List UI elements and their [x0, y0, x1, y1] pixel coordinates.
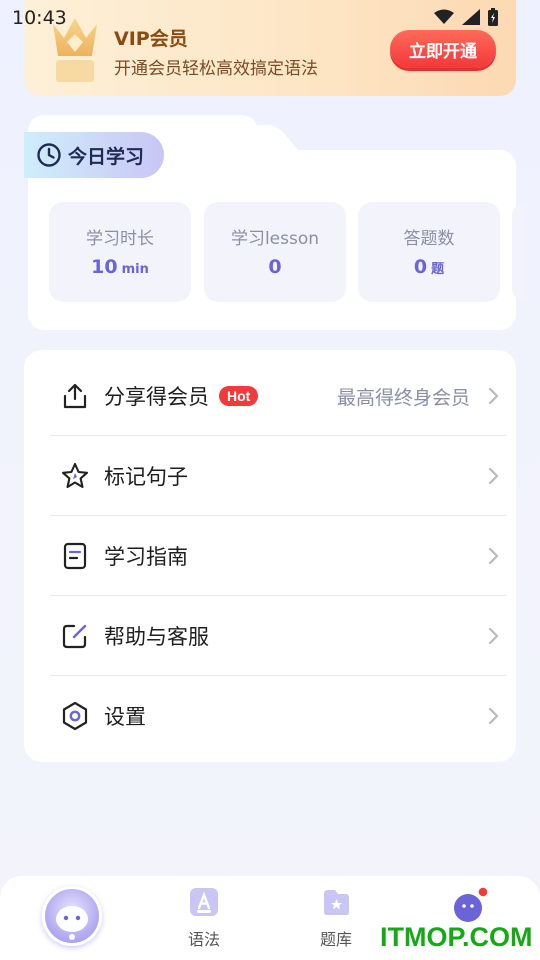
- settings-hexagon-icon: [58, 699, 92, 733]
- menu-item-help[interactable]: 帮助与客服: [50, 596, 506, 676]
- stat-value: 0: [413, 256, 428, 278]
- stat-label: 答题数: [403, 229, 455, 249]
- hot-badge: Hot: [219, 386, 259, 406]
- menu-hint: 最高得终身会员: [336, 386, 470, 409]
- chevron-right-icon: [480, 547, 506, 565]
- stat-lessons: 学习lesson 0: [204, 202, 346, 302]
- nav-item-question-bank[interactable]: 题库: [286, 886, 386, 950]
- stat-value: 10: [91, 256, 118, 278]
- menu-label: 学习指南: [104, 545, 188, 569]
- chevron-right-icon: [480, 387, 506, 405]
- menu-label: 帮助与客服: [104, 625, 209, 649]
- stat-value: 0: [268, 256, 282, 278]
- stat-unit: 题: [431, 262, 445, 277]
- star-icon: [58, 459, 92, 493]
- menu-item-marked-sentences[interactable]: 标记句子: [50, 436, 506, 516]
- stat-label: 学习时长: [86, 229, 154, 249]
- nav-label: 题库: [319, 930, 352, 949]
- nav-item-me[interactable]: [418, 886, 518, 926]
- share-icon: [58, 379, 92, 413]
- menu-item-share[interactable]: 分享得会员 Hot 最高得终身会员: [50, 356, 506, 436]
- study-title: 今日学习: [68, 145, 145, 168]
- edit-icon: [58, 619, 92, 653]
- status-bar: 10:43: [0, 0, 540, 34]
- watermark: ITMOP.COM: [380, 922, 533, 952]
- stat-label: 学习lesson: [230, 229, 320, 249]
- stat-answers: 答题数 0题: [358, 202, 500, 302]
- menu-label: 分享得会员: [104, 385, 209, 409]
- avatar[interactable]: [42, 886, 102, 946]
- menu-item-settings[interactable]: 设置: [50, 676, 506, 756]
- avatar-icon: [56, 906, 88, 940]
- stat-peek: [512, 202, 526, 302]
- study-badge: 今日学习: [24, 132, 164, 178]
- wifi-icon: [434, 9, 454, 24]
- question-bank-icon: [324, 890, 349, 915]
- status-icons: [434, 8, 498, 26]
- nav-label: 语法: [187, 930, 220, 949]
- vip-subtitle: 开通会员轻松高效搞定语法: [114, 59, 318, 79]
- clock-icon: [37, 143, 61, 167]
- document-icon: [58, 539, 92, 573]
- menu-label: 标记句子: [104, 465, 188, 489]
- battery-icon: [488, 8, 498, 26]
- menu-card: 分享得会员 Hot 最高得终身会员 标记句子 学习指南 帮助与客服 设置: [24, 350, 516, 762]
- status-time: 10:43: [12, 7, 67, 29]
- nav-item-grammar[interactable]: 语法: [154, 886, 254, 950]
- chevron-right-icon: [480, 627, 506, 645]
- stat-study-time: 学习时长 10 min: [49, 202, 191, 302]
- grammar-icon: [190, 888, 218, 916]
- chevron-right-icon: [480, 707, 506, 725]
- signal-icon: [462, 9, 480, 25]
- menu-item-study-guide[interactable]: 学习指南: [50, 516, 506, 596]
- vip-open-button[interactable]: 立即开通: [390, 30, 496, 68]
- chevron-right-icon: [480, 467, 506, 485]
- stat-unit: min: [121, 262, 149, 277]
- me-icon: [454, 886, 489, 922]
- menu-label: 设置: [104, 705, 146, 729]
